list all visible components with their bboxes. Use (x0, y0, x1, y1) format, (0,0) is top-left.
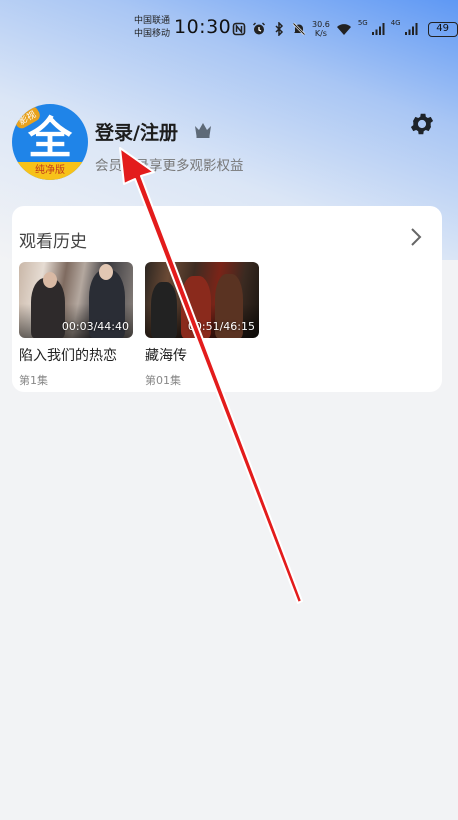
history-item[interactable]: 00:03/44:40 陷入我们的热恋 第1集 (19, 262, 134, 388)
watch-history-card: 观看历史 00:03/44:40 陷入我们的热恋 第1集 00:51/46:15… (12, 206, 442, 392)
thumbnail-figure (151, 282, 177, 338)
alarm-icon (253, 22, 265, 35)
history-item-title: 陷入我们的热恋 (19, 348, 117, 364)
bluetooth-icon (275, 22, 284, 36)
watch-progress: 00:03/44:40 (61, 320, 129, 333)
signal-1-label: 5G (357, 19, 368, 27)
thumbnail-face (43, 272, 57, 288)
watch-history-title: 观看历史 (19, 232, 87, 252)
signal-icon (371, 23, 385, 35)
watch-progress: 00:51/46:15 (187, 320, 255, 333)
login-register-link[interactable]: 登录/注册 (95, 118, 178, 145)
status-icons: 30.6 K/s 5G 4G 49 (232, 18, 458, 40)
nfc-icon (232, 22, 246, 36)
signal-icon (404, 23, 418, 35)
thumbnail-face (99, 264, 113, 280)
history-item-title: 藏海传 (145, 348, 187, 364)
chevron-right-icon[interactable] (406, 226, 426, 248)
status-time: 10:30 (174, 16, 232, 38)
avatar[interactable]: 全 影视 纯净版 (12, 104, 88, 180)
carrier-1: 中国联通 (134, 16, 171, 26)
net-speed: 30.6 K/s (312, 20, 330, 38)
mute-icon (292, 22, 306, 36)
status-bar: 中国联通 中国移动 10:30 30.6 K/s 5G 4G 49 (0, 0, 458, 56)
battery-icon: 49 (427, 21, 458, 37)
history-item-episode: 第01集 (145, 374, 181, 387)
video-thumbnail[interactable]: 00:51/46:15 (145, 262, 259, 338)
carrier-info: 中国联通 中国移动 (134, 15, 170, 41)
crown-icon (195, 123, 211, 138)
wifi-icon (336, 24, 351, 35)
login-subtitle: 会员登录享更多观影权益 (95, 158, 244, 174)
video-thumbnail[interactable]: 00:03/44:40 (19, 262, 133, 338)
signal-2-label: 4G (390, 19, 401, 27)
history-item-episode: 第1集 (19, 374, 48, 387)
carrier-2: 中国移动 (134, 29, 171, 39)
history-item[interactable]: 00:51/46:15 藏海传 第01集 (145, 262, 260, 388)
avatar-edition-label: 纯净版 (12, 162, 88, 180)
settings-gear-icon[interactable] (408, 110, 436, 138)
